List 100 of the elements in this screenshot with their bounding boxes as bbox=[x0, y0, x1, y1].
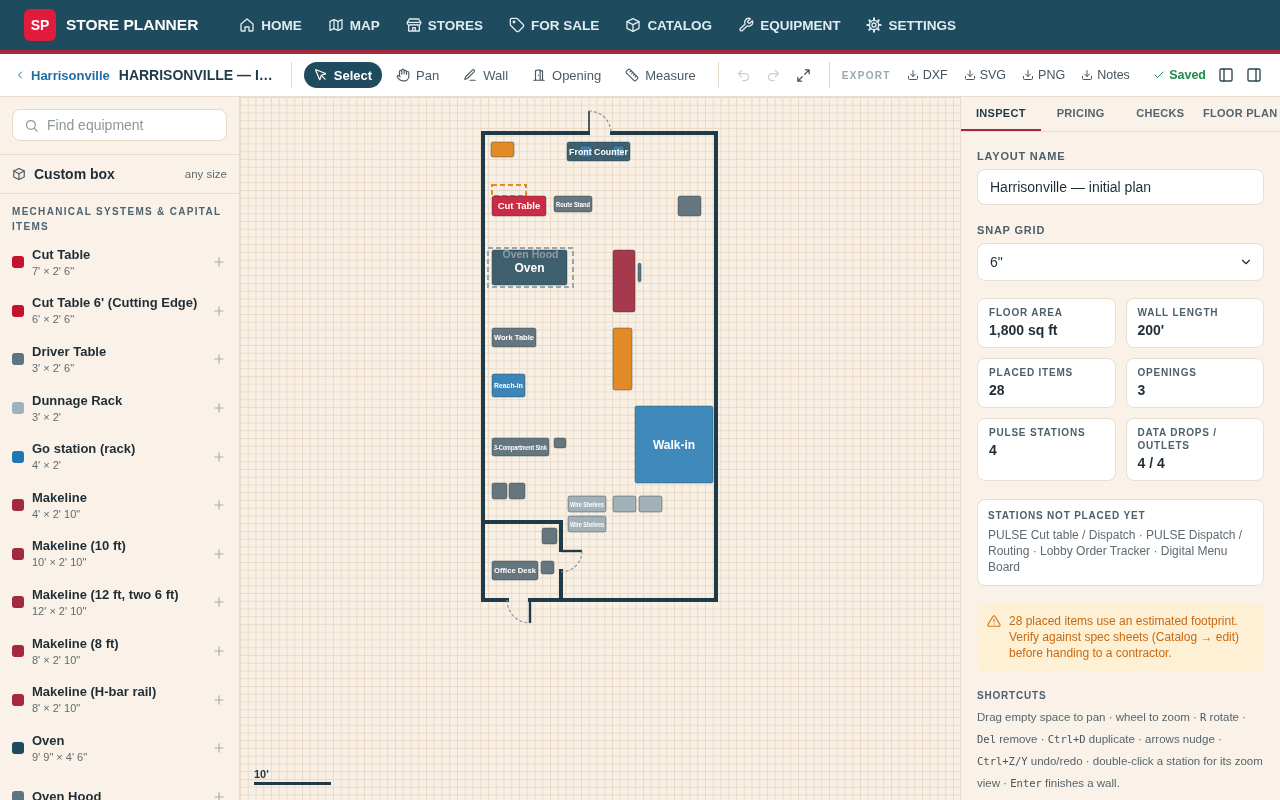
tool-button[interactable]: Select bbox=[303, 62, 383, 88]
export-label: EXPORT bbox=[841, 69, 891, 81]
save-status: Saved bbox=[1169, 68, 1206, 82]
custom-box-label[interactable]: Custom box bbox=[34, 166, 115, 182]
nav-link[interactable]: MAP bbox=[327, 17, 380, 33]
item-size: 9' 9" × 4' 6" bbox=[32, 749, 89, 765]
warning-icon bbox=[987, 614, 1001, 628]
item-name[interactable]: Cut Table 6' (Cutting Edge) bbox=[32, 294, 212, 313]
plus-icon[interactable] bbox=[212, 546, 226, 561]
plus-icon[interactable] bbox=[212, 449, 226, 464]
size-hint: any size bbox=[184, 168, 227, 180]
app-title: STORE PLANNER bbox=[66, 16, 199, 34]
section-heading: SHORTCUTS bbox=[977, 689, 1048, 703]
plus-icon[interactable] bbox=[212, 401, 226, 416]
nav-link[interactable]: EQUIPMENT bbox=[738, 17, 841, 33]
stat-label: OPENINGS bbox=[1137, 366, 1198, 379]
stat-label: WALL LENGTH bbox=[1137, 306, 1220, 319]
plus-icon[interactable] bbox=[212, 303, 226, 318]
snap-grid-select[interactable]: 6" bbox=[977, 243, 1264, 281]
check-icon bbox=[1153, 69, 1166, 81]
item-name[interactable]: Go station (rack) bbox=[32, 440, 212, 459]
plus-icon[interactable] bbox=[212, 644, 226, 659]
wrench-icon bbox=[738, 17, 755, 33]
download-icon bbox=[906, 69, 919, 81]
item-size: 3' × 2' 6" bbox=[32, 361, 76, 376]
plus-icon[interactable] bbox=[212, 741, 226, 756]
item-size: 6' × 2' 6" bbox=[32, 312, 76, 328]
stat-value: 1,800 sq ft bbox=[989, 321, 1059, 339]
item-size: 10' × 2' 10" bbox=[32, 555, 88, 571]
door-swing bbox=[560, 549, 583, 573]
equipment-label: Walk-in bbox=[652, 437, 696, 452]
plus-icon[interactable] bbox=[212, 352, 226, 367]
scale-label: 10' bbox=[254, 768, 269, 780]
equipment-label: Front Counter bbox=[569, 146, 628, 157]
item-size: 7' × 2' 6" bbox=[32, 263, 76, 279]
stat-label: DATA DROPS / OUTLETS bbox=[1137, 426, 1218, 452]
item-size: 4' × 2' 10" bbox=[32, 506, 82, 522]
section-heading: MECHANICAL SYSTEMS & CAPITAL ITEMS bbox=[11, 205, 223, 234]
item-name[interactable]: Dunnage Rack bbox=[32, 391, 212, 410]
stat-value: 3 bbox=[1137, 381, 1147, 399]
download-icon bbox=[1022, 69, 1035, 81]
box-icon bbox=[625, 17, 642, 33]
field-label: LAYOUT NAME bbox=[977, 149, 1067, 163]
item-name[interactable]: Makeline (8 ft) bbox=[32, 634, 212, 653]
panel-left-icon[interactable] bbox=[1218, 67, 1234, 83]
export-button[interactable]: PNG bbox=[1014, 62, 1074, 88]
nav-link[interactable]: SETTINGS bbox=[866, 17, 956, 33]
hand-icon bbox=[396, 68, 411, 82]
nav-link[interactable]: FOR SALE bbox=[509, 17, 600, 33]
cube-icon bbox=[12, 167, 26, 181]
plus-icon[interactable] bbox=[212, 255, 226, 270]
item-size: 8' × 2' 10" bbox=[32, 701, 82, 717]
map-icon bbox=[327, 17, 344, 33]
ruler-icon bbox=[625, 68, 640, 82]
cursor-icon bbox=[313, 68, 328, 82]
equipment-label: Cut Table bbox=[497, 200, 541, 212]
store-icon bbox=[405, 17, 422, 33]
back-link[interactable]: Harrisonville bbox=[14, 67, 110, 83]
expand-icon[interactable] bbox=[796, 67, 812, 83]
tool-button[interactable]: Wall bbox=[453, 62, 519, 88]
panel-tab[interactable]: CHECKS bbox=[1120, 97, 1201, 131]
outline-label: Oven Hood bbox=[502, 247, 559, 260]
stat-label: PLACED ITEMS bbox=[989, 366, 1075, 379]
shortcuts-text: Drag empty space to pan · wheel to zoom · R rotate · Del remove · Ctrl+D duplicate · arrows nudge · Ctrl+Z/Y undo/redo · double-click a station for its zoom view · Enter finishes a wall. bbox=[977, 710, 1264, 791]
plus-icon[interactable] bbox=[212, 498, 226, 513]
item-name[interactable]: Makeline (12 ft, two 6 ft) bbox=[32, 585, 212, 604]
warning-text: 28 placed items use an estimated footprint. Verify against spec sheets (Catalog → edit) before handing to a contractor. bbox=[1009, 613, 1241, 661]
plus-icon[interactable] bbox=[212, 789, 226, 800]
item-name[interactable]: Makeline bbox=[32, 488, 212, 507]
tool-button[interactable]: Pan bbox=[386, 62, 450, 88]
nav-link[interactable]: HOME bbox=[239, 17, 302, 33]
panel-right-icon[interactable] bbox=[1246, 67, 1262, 83]
item-name[interactable]: Oven bbox=[32, 731, 212, 750]
tool-button[interactable]: Measure bbox=[615, 62, 706, 88]
settings-icon bbox=[866, 17, 883, 33]
panel-tab[interactable]: FLOOR PLAN bbox=[1200, 97, 1280, 131]
plus-icon[interactable] bbox=[212, 692, 226, 707]
door-swing bbox=[588, 110, 612, 134]
export-button[interactable]: SVG bbox=[955, 62, 1015, 88]
panel-tab[interactable]: INSPECT bbox=[961, 97, 1041, 131]
layout-name-field[interactable]: Harrisonville — initial plan bbox=[977, 169, 1264, 205]
item-size: 8' × 2' 10" bbox=[32, 652, 82, 668]
nav-link[interactable]: STORES bbox=[405, 17, 484, 33]
tool-button[interactable]: Opening bbox=[522, 62, 612, 88]
export-button[interactable]: Notes bbox=[1073, 62, 1138, 88]
plus-icon[interactable] bbox=[212, 595, 226, 610]
item-name[interactable]: Makeline (10 ft) bbox=[32, 537, 212, 556]
export-button[interactable]: DXF bbox=[898, 62, 956, 88]
item-name[interactable]: Makeline (H-bar rail) bbox=[32, 683, 212, 702]
item-name[interactable]: Cut Table bbox=[32, 245, 212, 264]
item-name[interactable]: Driver Table bbox=[32, 343, 212, 361]
stat-value: 4 / 4 bbox=[1137, 454, 1166, 472]
stat-value: 4 bbox=[989, 441, 998, 459]
pencil-icon bbox=[463, 68, 478, 82]
home-icon bbox=[239, 17, 256, 33]
panel-tab[interactable]: PRICING bbox=[1040, 97, 1121, 131]
nav-link[interactable]: CATALOG bbox=[625, 17, 713, 33]
stat-value: 200' bbox=[1137, 321, 1166, 339]
door-icon bbox=[532, 68, 547, 82]
search-field[interactable]: Find equipment bbox=[12, 109, 227, 141]
